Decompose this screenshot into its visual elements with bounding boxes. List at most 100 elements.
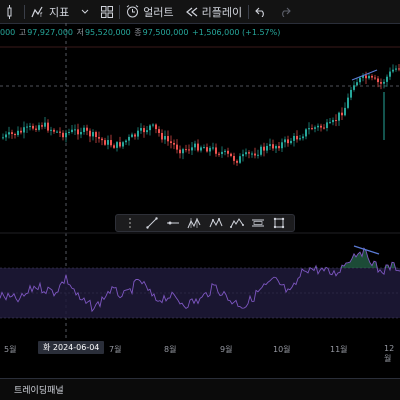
candle-body bbox=[161, 132, 163, 140]
pitchfork-tool[interactable] bbox=[186, 216, 202, 230]
candle-body bbox=[230, 153, 232, 156]
candle-body bbox=[203, 147, 205, 149]
bottom-panel-bar: 트레이딩패널 bbox=[0, 378, 400, 400]
candle-body bbox=[305, 129, 307, 137]
price-chart[interactable] bbox=[0, 0, 400, 378]
candle-body bbox=[320, 125, 322, 128]
candle-body bbox=[356, 82, 358, 86]
candle-body bbox=[173, 143, 175, 145]
candle-body bbox=[278, 146, 280, 149]
elliott-wave-tool[interactable] bbox=[229, 216, 245, 230]
candle-body bbox=[380, 82, 382, 84]
candle-body bbox=[32, 125, 34, 129]
candle-body bbox=[218, 153, 220, 155]
candle-body bbox=[107, 140, 109, 145]
candle-body bbox=[209, 147, 211, 152]
candle-body bbox=[185, 149, 187, 151]
candle-body bbox=[254, 153, 256, 156]
candle-body bbox=[92, 132, 94, 137]
candle-body bbox=[365, 75, 367, 79]
candle-body bbox=[59, 131, 61, 133]
candle-body bbox=[251, 153, 253, 155]
candle-body bbox=[257, 154, 259, 156]
candle-body bbox=[296, 135, 298, 140]
parallel-lines-tool[interactable] bbox=[250, 216, 266, 230]
candle-body bbox=[158, 129, 160, 133]
candle-body bbox=[152, 124, 154, 126]
candle-body bbox=[269, 144, 271, 146]
candle-body bbox=[50, 129, 52, 131]
pitchfork-icon bbox=[187, 217, 201, 229]
candle-body bbox=[323, 127, 325, 129]
pattern-icon bbox=[209, 217, 223, 228]
candle-body bbox=[113, 145, 115, 148]
candle-body bbox=[119, 142, 121, 147]
candle-body bbox=[212, 147, 214, 149]
candle-body bbox=[368, 75, 370, 79]
candle-body bbox=[179, 149, 181, 154]
candle-body bbox=[338, 112, 340, 121]
candle-body bbox=[80, 131, 82, 135]
candle-body bbox=[353, 85, 355, 90]
candle-body bbox=[392, 69, 394, 72]
x-tick-label: 7월 bbox=[109, 345, 122, 354]
candle-body bbox=[11, 132, 13, 134]
candle-body bbox=[302, 136, 304, 139]
candle-body bbox=[176, 144, 178, 150]
candle-body bbox=[35, 128, 37, 130]
grip-icon bbox=[128, 218, 133, 228]
candle-body bbox=[74, 129, 76, 131]
candle-body bbox=[5, 134, 7, 138]
candles-group bbox=[2, 64, 400, 166]
candle-body bbox=[167, 136, 169, 142]
candle-body bbox=[389, 71, 391, 77]
candle-body bbox=[386, 76, 388, 82]
candle-body bbox=[197, 143, 199, 151]
candle-body bbox=[47, 122, 49, 131]
trend-line-icon bbox=[146, 217, 158, 229]
candle-body bbox=[170, 141, 172, 144]
horizontal-ray-tool[interactable] bbox=[165, 216, 181, 230]
candle-body bbox=[227, 150, 229, 154]
rectangle-tool[interactable] bbox=[271, 216, 287, 230]
candle-body bbox=[89, 130, 91, 137]
candle-body bbox=[215, 147, 217, 154]
candle-body bbox=[137, 130, 139, 137]
candle-body bbox=[290, 140, 292, 144]
candle-body bbox=[98, 137, 100, 139]
candle-body bbox=[200, 147, 202, 151]
candle-body bbox=[377, 78, 379, 83]
candle-body bbox=[245, 152, 247, 155]
price-trendline bbox=[351, 69, 378, 81]
candle-body bbox=[374, 77, 376, 79]
x-tick-label: 5월 bbox=[4, 345, 17, 354]
candle-body bbox=[116, 142, 118, 148]
candle-body bbox=[344, 107, 346, 116]
candle-body bbox=[38, 125, 40, 130]
candle-body bbox=[77, 129, 79, 135]
pattern-tool[interactable] bbox=[208, 216, 224, 230]
rectangle-icon bbox=[274, 217, 285, 229]
trend-line-tool[interactable] bbox=[144, 216, 160, 230]
candle-body bbox=[29, 125, 31, 127]
candle-body bbox=[326, 122, 328, 128]
candle-body bbox=[311, 128, 313, 130]
candle-body bbox=[146, 130, 148, 133]
drag-grip[interactable] bbox=[123, 216, 139, 230]
candle-body bbox=[125, 140, 127, 143]
candle-body bbox=[248, 152, 250, 154]
candle-body bbox=[131, 134, 133, 137]
x-tick-label: 9월 bbox=[220, 345, 233, 354]
candle-body bbox=[101, 138, 103, 141]
candle-body bbox=[239, 156, 241, 163]
candle-body bbox=[266, 145, 268, 151]
trading-panel-tab[interactable]: 트레이딩패널 bbox=[14, 383, 64, 396]
candle-body bbox=[341, 112, 343, 116]
candle-body bbox=[221, 151, 223, 155]
candle-body bbox=[26, 126, 28, 128]
candle-body bbox=[8, 132, 10, 135]
x-tick-label: 10월 bbox=[273, 345, 291, 354]
candle-body bbox=[140, 128, 142, 131]
candle-body bbox=[275, 146, 277, 149]
candle-body bbox=[188, 149, 190, 151]
